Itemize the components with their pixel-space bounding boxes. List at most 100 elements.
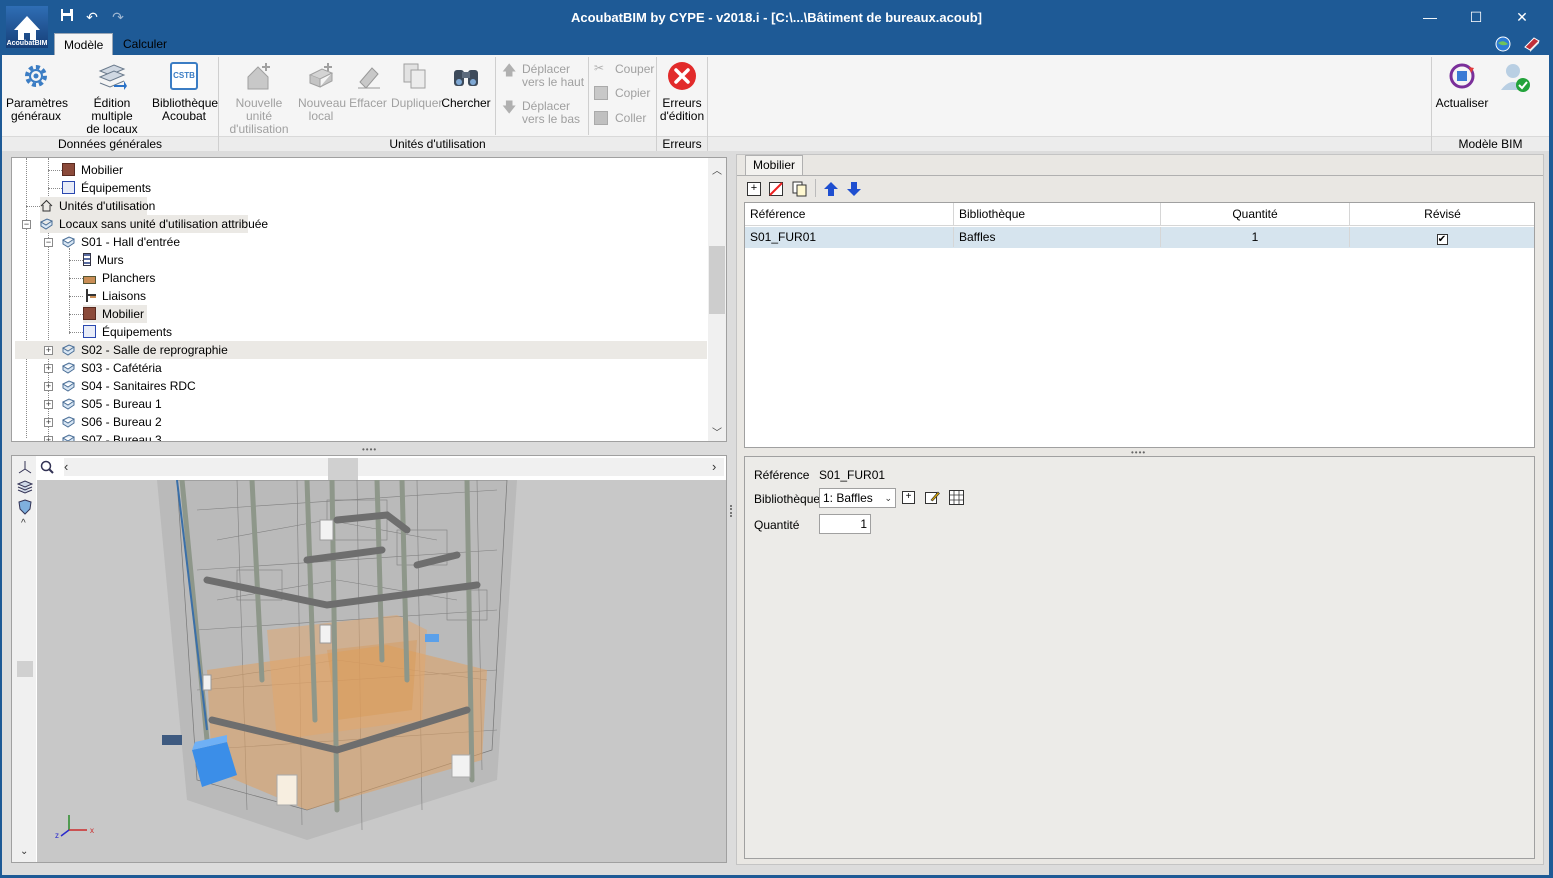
- tree-item-s03[interactable]: S03 - Cafétéria: [61, 359, 162, 377]
- chercher-button[interactable]: Chercher: [441, 59, 491, 110]
- tree-panel: Mobilier Équipements Unités d'utilisatio…: [11, 157, 727, 442]
- edit-library-icon[interactable]: [925, 490, 940, 505]
- table-library-icon[interactable]: [949, 490, 964, 505]
- scroll-up-icon[interactable]: ︿: [712, 162, 722, 177]
- column-header-bibliotheque[interactable]: Bibliothèque: [954, 203, 1161, 226]
- tree-item-liaisons[interactable]: Liaisons: [83, 287, 146, 305]
- tree-item-s04[interactable]: S04 - Sanitaires RDC: [61, 377, 196, 395]
- ribbon: Paramètres généraux Édition multiple de …: [2, 55, 1549, 151]
- cell-revise[interactable]: ✔: [1350, 227, 1534, 247]
- tree-item-planchers[interactable]: Planchers: [83, 269, 155, 287]
- horizontal-scroll-thumb[interactable]: [328, 458, 358, 480]
- tab-modele[interactable]: Modèle: [54, 33, 114, 56]
- nouvelle-unite-button[interactable]: Nouvelle unité d'utilisation: [222, 59, 296, 136]
- tree-scrollbar[interactable]: ︿ ﹀: [708, 158, 726, 441]
- column-header-quantite[interactable]: Quantité: [1161, 203, 1350, 226]
- erreurs-edition-button[interactable]: Erreurs d'édition: [658, 59, 706, 123]
- scroll-thumb[interactable]: [709, 246, 725, 314]
- book-help-icon[interactable]: [1522, 35, 1542, 53]
- scroll-down-icon[interactable]: ⌄: [20, 846, 28, 857]
- column-header-reference[interactable]: Référence: [745, 203, 954, 226]
- bibliotheque-select[interactable]: 1: Baffles ⌄: [819, 488, 896, 508]
- table-row[interactable]: S01_FUR01 Baffles 1 ✔: [745, 227, 1534, 248]
- couper-button[interactable]: ✂ Couper: [594, 62, 654, 78]
- scroll-up-icon[interactable]: ^: [21, 518, 26, 529]
- mobilier-panel: Mobilier + Référence Bibliothèque Quanti…: [736, 154, 1544, 865]
- expand-toggle[interactable]: +: [44, 436, 53, 441]
- window-title: AcoubatBIM by CYPE - v2018.i - [C:\...\B…: [570, 10, 983, 25]
- cell-quantite[interactable]: 1: [1161, 227, 1350, 247]
- quantite-input[interactable]: 1: [819, 514, 871, 534]
- layers-icon[interactable]: [16, 480, 34, 497]
- minimize-button[interactable]: —: [1415, 5, 1445, 29]
- tree-item-mobilier[interactable]: Mobilier: [62, 161, 123, 179]
- tree-item-s06[interactable]: S06 - Bureau 2: [61, 413, 162, 431]
- add-row-icon[interactable]: +: [747, 182, 761, 196]
- expand-toggle[interactable]: +: [44, 418, 53, 427]
- nouveau-local-button[interactable]: Nouveau local: [298, 59, 346, 123]
- tree-item-murs[interactable]: Murs: [83, 251, 124, 269]
- duplicate-icon: [399, 59, 431, 93]
- chercher-label: Chercher: [441, 96, 491, 110]
- vertical-scroll-thumb[interactable]: [17, 661, 33, 677]
- effacer-button[interactable]: Effacer: [346, 59, 390, 110]
- actualiser-button[interactable]: Actualiser: [1434, 59, 1490, 110]
- tree-item-locaux-sans-unite[interactable]: Locaux sans unité d'utilisation attribué…: [39, 215, 268, 233]
- tree-item-s01[interactable]: S01 - Hall d'entrée: [61, 233, 180, 251]
- tree-item-label: S06 - Bureau 2: [81, 415, 162, 429]
- tree-item-s05[interactable]: S05 - Bureau 1: [61, 395, 162, 413]
- dupliquer-button[interactable]: Dupliquer: [391, 59, 442, 110]
- splitter-grip[interactable]: ••••: [362, 445, 377, 454]
- deplacer-haut-label: Déplacer vers le haut: [522, 62, 585, 89]
- coller-button[interactable]: Coller: [594, 111, 654, 127]
- zoom-icon[interactable]: [40, 460, 54, 477]
- maximize-button[interactable]: ☐: [1461, 5, 1491, 29]
- wall-icon: [83, 253, 91, 266]
- copy-row-icon[interactable]: [792, 181, 808, 197]
- tab-calculer[interactable]: Calculer: [114, 33, 176, 56]
- tree-item-unites[interactable]: Unités d'utilisation: [40, 197, 155, 215]
- bibliotheque-acoubat-button[interactable]: CSTB Bibliothèque Acoubat: [152, 59, 218, 123]
- column-header-revise[interactable]: Révisé: [1350, 203, 1534, 226]
- move-up-icon[interactable]: [823, 181, 839, 197]
- parametres-generaux-button[interactable]: Paramètres généraux: [6, 59, 68, 123]
- tree-item-mobilier-s01[interactable]: Mobilier: [83, 305, 147, 323]
- vertical-splitter-grip[interactable]: [730, 505, 733, 517]
- tree-branch: [69, 260, 83, 261]
- coller-label: Coller: [615, 111, 647, 125]
- cell-reference[interactable]: S01_FUR01: [745, 227, 954, 247]
- cell-bibliotheque[interactable]: Baffles: [954, 227, 1161, 247]
- expand-toggle[interactable]: +: [44, 346, 53, 355]
- tree-item-equipements-s01[interactable]: Équipements: [83, 323, 172, 341]
- expand-toggle[interactable]: +: [44, 400, 53, 409]
- edition-multiple-button[interactable]: Édition multiple de locaux: [74, 59, 150, 136]
- collapse-toggle[interactable]: −: [22, 220, 31, 229]
- couper-label: Couper: [615, 62, 655, 76]
- 3d-canvas[interactable]: x z: [37, 477, 726, 862]
- collapse-toggle[interactable]: −: [44, 238, 53, 247]
- tree-item-s02[interactable]: S02 - Salle de reprographie: [61, 341, 228, 359]
- scroll-right-icon[interactable]: ›: [712, 459, 716, 474]
- cstb-logo: CSTB: [170, 62, 198, 90]
- expand-toggle[interactable]: +: [44, 382, 53, 391]
- app-logo[interactable]: AcoubatBIM: [4, 4, 50, 50]
- scroll-left-icon[interactable]: ‹: [64, 459, 68, 474]
- copier-button[interactable]: Copier: [594, 86, 654, 102]
- delete-row-icon[interactable]: [769, 182, 783, 196]
- expand-toggle[interactable]: +: [44, 364, 53, 373]
- tree-item-equipements[interactable]: Équipements: [62, 179, 151, 197]
- tree-branch: [69, 296, 83, 297]
- horizontal-scrollbar[interactable]: ‹ ›: [64, 458, 724, 480]
- add-library-icon[interactable]: +: [902, 491, 915, 504]
- scroll-down-icon[interactable]: ﹀: [712, 424, 722, 439]
- shield-view-icon[interactable]: [18, 499, 32, 518]
- move-down-icon[interactable]: [846, 181, 862, 197]
- revise-checkbox[interactable]: ✔: [1436, 234, 1448, 245]
- bim-user-status-icon[interactable]: [1498, 60, 1532, 94]
- tab-mobilier[interactable]: Mobilier: [745, 155, 803, 175]
- axes-view-icon[interactable]: [18, 460, 32, 477]
- tree-item-s07[interactable]: S07 - Bureau 3: [61, 431, 162, 441]
- group-label-donnees: Données générales: [2, 136, 218, 151]
- close-button[interactable]: ✕: [1507, 5, 1537, 29]
- globe-help-icon[interactable]: [1494, 35, 1512, 53]
